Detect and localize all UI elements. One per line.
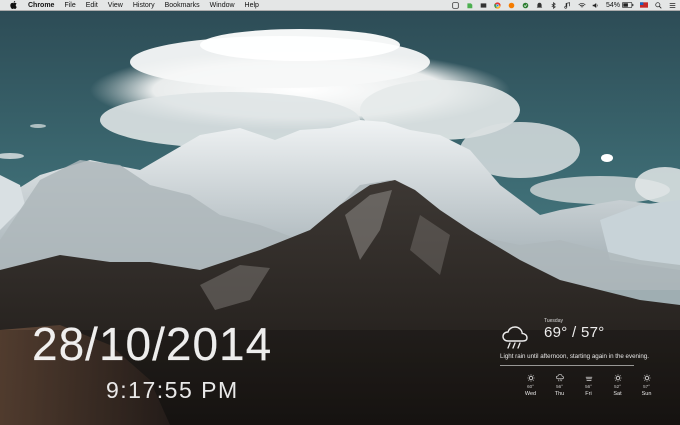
sun-icon — [632, 374, 661, 382]
menu-file[interactable]: File — [64, 0, 75, 11]
forecast-day-name: Sat — [613, 391, 622, 397]
sun-icon — [603, 374, 632, 382]
music-icon[interactable] — [564, 1, 572, 9]
weather-temperature: 69° / 57° — [544, 324, 605, 341]
volume-icon[interactable] — [592, 1, 600, 9]
battery-percent[interactable]: 54% — [606, 0, 620, 11]
rain-icon — [545, 374, 574, 382]
menu-bar: Chrome File Edit View History Bookmarks … — [0, 0, 680, 11]
menu-edit[interactable]: Edit — [86, 0, 98, 11]
spark-icon[interactable] — [508, 1, 516, 9]
menu-window[interactable]: Window — [210, 0, 235, 11]
forecast-day: 60° Wed — [516, 374, 545, 398]
chrome-extension-icon[interactable] — [452, 1, 460, 9]
forecast-day-name: Wed — [524, 391, 537, 397]
menu-view[interactable]: View — [108, 0, 123, 11]
forecast-day-name: Thu — [554, 391, 565, 397]
rain-cloud-icon — [500, 324, 530, 352]
weather-description: Light rain until afternoon, starting aga… — [500, 353, 649, 360]
cloud-icon — [574, 374, 603, 382]
forecast-day: 57° Sun — [632, 374, 661, 398]
chrome-icon[interactable] — [494, 1, 502, 9]
screen-icon[interactable] — [480, 1, 488, 9]
menu-history[interactable]: History — [133, 0, 155, 11]
battery-icon[interactable] — [622, 1, 634, 9]
forecast-day: 56° Fri — [574, 374, 603, 398]
wifi-icon[interactable] — [578, 1, 586, 9]
bluetooth-icon[interactable] — [550, 1, 558, 9]
time-display: 9:17:55 PM — [106, 377, 239, 403]
weather-forecast: 60° Wed 56° Thu 56° Fri 52° Sat 57° Sun — [516, 374, 661, 398]
forecast-day: 52° Sat — [603, 374, 632, 398]
forecast-day-name: Fri — [585, 391, 592, 397]
evernote-icon[interactable] — [466, 1, 474, 9]
dropbox-icon[interactable] — [522, 1, 530, 9]
weather-widget: Tuesday 69° / 57° Light rain until after… — [498, 318, 668, 414]
list-icon[interactable] — [668, 1, 676, 9]
menu-bookmarks[interactable]: Bookmarks — [165, 0, 200, 11]
forecast-day: 56° Thu — [545, 374, 574, 398]
weather-divider — [500, 365, 634, 366]
menu-help[interactable]: Help — [245, 0, 259, 11]
date-display: 28/10/2014 — [32, 318, 273, 370]
apple-menu-icon[interactable] — [6, 1, 20, 9]
flag-icon[interactable] — [640, 1, 648, 9]
sun-icon — [516, 374, 545, 382]
forecast-day-name: Sun — [641, 391, 652, 397]
menu-app-name[interactable]: Chrome — [28, 0, 54, 11]
search-icon[interactable] — [654, 1, 662, 9]
status-area: 54% — [446, 0, 680, 11]
notification-icon[interactable] — [536, 1, 544, 9]
